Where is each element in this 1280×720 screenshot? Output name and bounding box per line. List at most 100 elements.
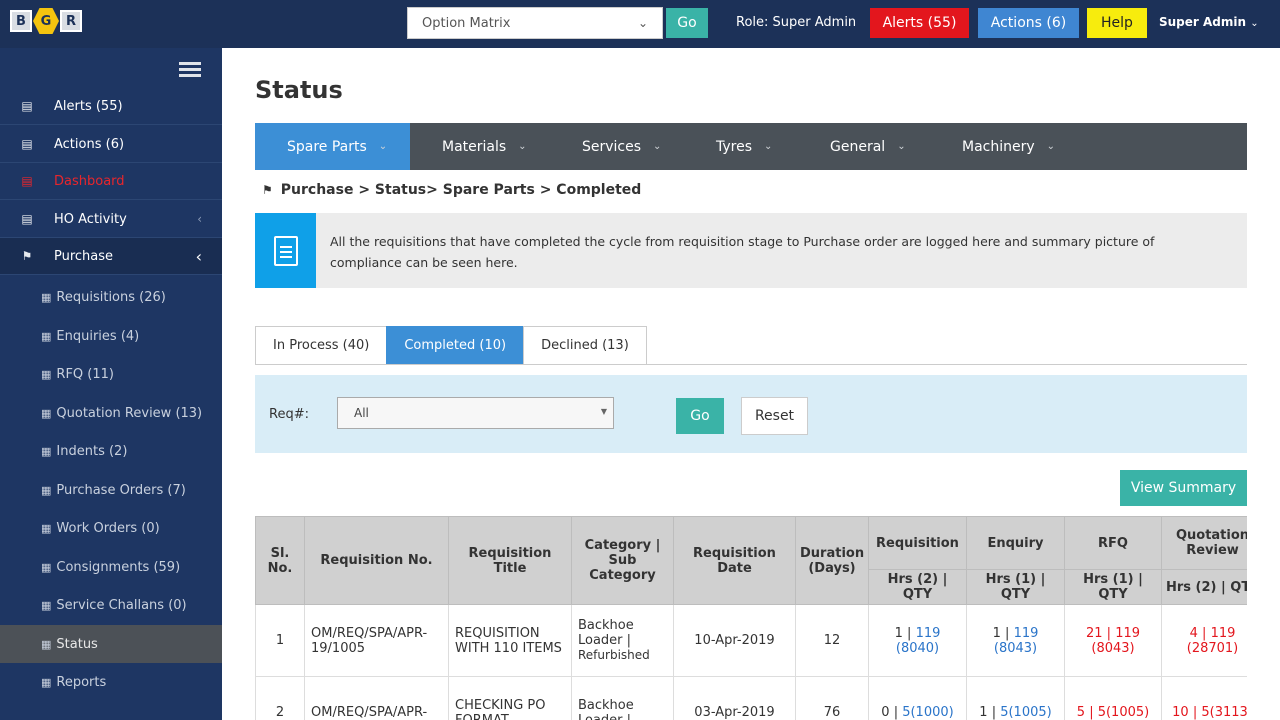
module-go-button[interactable]: Go — [666, 8, 708, 38]
cell-quotation[interactable]: 10 | 5(3113) — [1161, 676, 1247, 720]
table-row: 2 OM/REQ/SPA/APR- CHECKING PO FORMAT Bac… — [255, 676, 1247, 720]
document-icon — [255, 213, 316, 288]
sidebar-sub-label: Consignments (59) — [56, 559, 181, 575]
info-text: All the requisitions that have completed… — [330, 234, 1155, 270]
alerts-button[interactable]: Alerts (55) — [870, 8, 969, 38]
sidebar-sub-indents[interactable]: ▦ Indents (2) — [0, 432, 222, 470]
help-button[interactable]: Help — [1087, 8, 1147, 38]
flag-icon: ⚑ — [21, 249, 33, 263]
category-tab-services[interactable]: Services ⌄ — [550, 123, 684, 170]
actions-button[interactable]: Actions (6) — [978, 8, 1079, 38]
cell-req-no: OM/REQ/SPA/APR- — [304, 676, 449, 720]
filter-panel: Req#: All ▼ Go Reset — [255, 375, 1247, 453]
status-table-container[interactable]: Sl. No. Requisition No. Requisition Titl… — [255, 516, 1247, 720]
cell-total-link[interactable]: (8043) — [994, 641, 1037, 656]
header-req-title: Requisition Title — [448, 516, 572, 605]
category-tab-tyres[interactable]: Tyres ⌄ — [684, 123, 798, 170]
cell-qty-link[interactable]: 119 — [1211, 626, 1236, 641]
cell-rfq[interactable]: 21 | 119 (8043) — [1064, 604, 1162, 677]
chevron-down-icon: ⌄ — [1046, 141, 1056, 152]
cell-requisition[interactable]: 0 | 5(1000) — [868, 676, 967, 720]
cell-rfq[interactable]: 5 | 5(1005) — [1064, 676, 1162, 720]
cell-enquiry[interactable]: 1 | 5(1005) — [966, 676, 1065, 720]
view-summary-button[interactable]: View Summary — [1120, 470, 1247, 506]
sidebar-sub-consignments[interactable]: ▦ Consignments (59) — [0, 548, 222, 586]
cell-requisition[interactable]: 1 | 119 (8040) — [868, 604, 967, 677]
cell-duration: 76 — [795, 676, 869, 720]
cell-hrs: 21 — [1085, 625, 1103, 641]
bar-chart-icon: ▦ — [41, 637, 52, 651]
module-select-value: Option Matrix — [422, 15, 511, 31]
sidebar-item-actions[interactable]: ▤ Actions (6) — [0, 126, 222, 163]
bgr-logo[interactable]: B G R — [10, 8, 82, 34]
tab-declined[interactable]: Declined (13) — [523, 326, 647, 365]
sidebar-sub-quotation-review[interactable]: ▦ Quotation Review (13) — [0, 394, 222, 432]
cell-enquiry[interactable]: 1 | 119 (8043) — [966, 604, 1065, 677]
cell-total-link[interactable]: (8040) — [896, 641, 939, 656]
category-tab-machinery[interactable]: Machinery ⌄ — [930, 123, 1080, 170]
separator: | — [991, 705, 997, 720]
cell-total-link[interactable]: (28701) — [1187, 641, 1239, 656]
sidebar-sub-purchase-orders[interactable]: ▦ Purchase Orders (7) — [0, 471, 222, 509]
cell-hrs: 1 — [979, 705, 988, 720]
req-filter-select[interactable]: All ▼ — [337, 397, 614, 429]
cell-date: 03-Apr-2019 — [673, 676, 796, 720]
header-category: Category | Sub Category — [571, 516, 674, 605]
sidebar-item-alerts[interactable]: ▤ Alerts (55) — [0, 88, 222, 125]
module-select[interactable]: Option Matrix ⌄ — [407, 7, 663, 39]
sidebar-sub-work-orders[interactable]: ▦ Work Orders (0) — [0, 509, 222, 547]
cell-sl: 1 — [255, 604, 305, 677]
bar-chart-icon: ▦ — [41, 598, 52, 612]
header-enquiry: Enquiry — [966, 516, 1065, 570]
logo-letter-g: G — [33, 8, 59, 34]
chevron-left-icon: ‹ — [195, 246, 202, 266]
logo-letter-b: B — [10, 10, 32, 32]
cell-qty-link[interactable]: 5(3113) — [1201, 705, 1247, 720]
cell-qty-link[interactable]: 119 — [916, 626, 941, 641]
sidebar-item-ho-activity[interactable]: ▤ HO Activity ‹ — [0, 201, 222, 238]
req-filter-value: All — [354, 406, 369, 420]
cell-quotation[interactable]: 4 | 119 (28701) — [1161, 604, 1247, 677]
area-chart-icon: ▤ — [21, 99, 33, 113]
cell-hrs: 5 — [1076, 705, 1086, 720]
category-tab-label: Tyres — [716, 138, 753, 155]
sidebar-sub-label: Quotation Review (13) — [56, 405, 203, 421]
category-tab-label: Machinery — [962, 138, 1035, 155]
sidebar-sub-service-challans[interactable]: ▦ Service Challans (0) — [0, 586, 222, 624]
sidebar-sub-status[interactable]: ▦ Status — [0, 625, 222, 663]
chevron-down-icon: ⌄ — [764, 141, 773, 152]
category-tab-spare-parts[interactable]: Spare Parts ⌄ — [255, 123, 410, 170]
sidebar-item-label: Dashboard — [54, 173, 125, 189]
sidebar-sub-enquiries[interactable]: ▦ Enquiries (4) — [0, 317, 222, 355]
sidebar-sub-rfq[interactable]: ▦ RFQ (11) — [0, 355, 222, 393]
subheader-rfq: Hrs (1) | QTY — [1064, 569, 1162, 605]
tab-completed[interactable]: Completed (10) — [386, 326, 525, 365]
user-menu[interactable]: Super Admin ⌄ — [1159, 15, 1259, 29]
separator: | — [893, 705, 899, 720]
cell-qty-link[interactable]: 5(1005) — [1000, 705, 1052, 720]
cell-qty-link[interactable]: 5(1005) — [1098, 705, 1150, 720]
category-tab-label: Materials — [442, 138, 507, 155]
hamburger-menu-icon[interactable] — [179, 62, 201, 78]
cell-qty-link[interactable]: 119 — [1115, 626, 1140, 641]
cell-qty-link[interactable]: 119 — [1014, 626, 1039, 641]
chevron-down-icon: ⌄ — [1250, 18, 1259, 29]
filter-go-button[interactable]: Go — [676, 398, 724, 434]
sidebar-sub-requisitions[interactable]: ▦ Requisitions (26) — [0, 278, 222, 316]
cell-total-link[interactable]: (8043) — [1091, 641, 1134, 656]
sidebar-item-dashboard[interactable]: ▤ Dashboard — [0, 163, 222, 200]
tab-in-process[interactable]: In Process (40) — [255, 326, 388, 365]
tabs-divider — [255, 364, 1247, 365]
sidebar-item-purchase[interactable]: ⚑ Purchase ‹ — [0, 238, 222, 275]
cell-category: Backhoe Loader | Refurbished — [571, 604, 674, 677]
sidebar-sub-reports[interactable]: ▦ Reports — [0, 663, 222, 701]
bar-chart-icon: ▦ — [41, 329, 52, 343]
category-tab-general[interactable]: General ⌄ — [798, 123, 930, 170]
cell-qty-link[interactable]: 5(1000) — [902, 705, 954, 720]
sidebar-sub-label: Service Challans (0) — [56, 597, 187, 613]
filter-reset-button[interactable]: Reset — [741, 397, 808, 435]
caret-down-icon: ▼ — [600, 407, 607, 416]
bar-chart-icon: ▦ — [41, 367, 52, 381]
category-tab-materials[interactable]: Materials ⌄ — [410, 123, 550, 170]
area-chart-icon: ▤ — [21, 174, 33, 188]
